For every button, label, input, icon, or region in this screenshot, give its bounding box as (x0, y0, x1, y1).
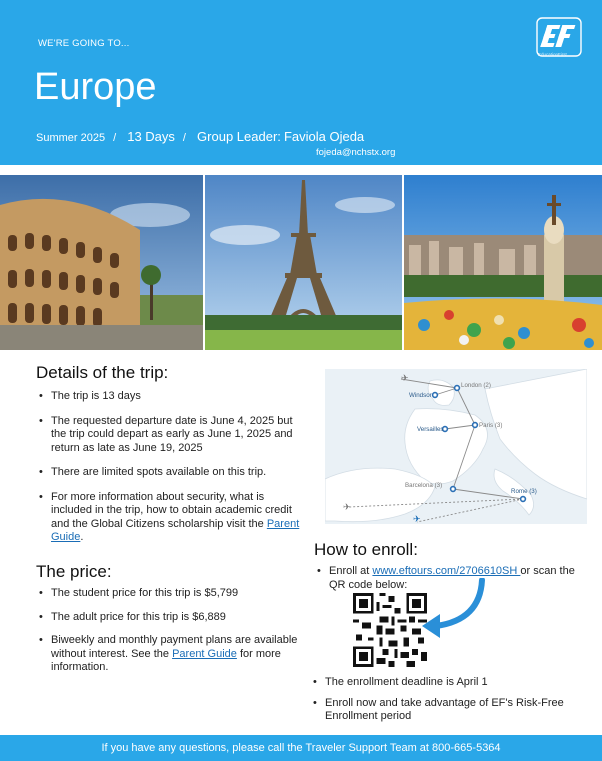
ef-logo-icon (536, 17, 582, 57)
list-item: Biweekly and monthly payment plans are a… (38, 634, 306, 675)
going-to-label: WE'RE GOING TO... (38, 38, 130, 49)
park-guell-photo (404, 175, 602, 350)
map-city-label: Paris (3) (479, 422, 502, 429)
arrow-icon (422, 578, 485, 638)
list-item: For more information about security, wha… (38, 491, 306, 545)
list-item: There are limited spots available on thi… (38, 466, 306, 480)
list-item: The student price for this trip is $5,79… (38, 587, 306, 601)
list-item: The requested departure date is June 4, … (38, 415, 306, 456)
plane-icon: ✈ (413, 515, 421, 524)
leader-email: fojeda@nchstx.org (316, 147, 396, 158)
footer-banner: If you have any questions, please call t… (0, 735, 602, 761)
eftours-link[interactable]: www.eftours.com/2706610SH (372, 565, 520, 577)
season: Summer 2025 (36, 132, 106, 144)
plane-icon: ✈ (343, 503, 351, 513)
group-leader-label: Group Leader: (197, 129, 281, 144)
plane-icon: ✈ (401, 374, 409, 384)
price-list: The student price for this trip is $5,79… (38, 587, 306, 683)
map-city-label: Windsor (409, 392, 432, 399)
details-list: The trip is 13 days The requested depart… (38, 390, 306, 553)
details-heading: Details of the trip: (36, 363, 169, 382)
list-item: Enroll now and take advantage of EF's Ri… (312, 697, 588, 724)
logo-caption: EducationFirst (538, 52, 567, 57)
trip-meta: Summer 2025 / 13 Days / Group Leader: Favi… (36, 129, 364, 144)
map-city-label: Versailles (417, 426, 443, 433)
enroll-list-bottom: The enrollment deadline is April 1 Enrol… (312, 676, 588, 732)
group-leader-name: Faviola Ojeda (283, 129, 365, 144)
map-city-label: Rome (3) (511, 488, 537, 495)
colosseum-photo (0, 175, 203, 350)
support-text: If you have any questions, please call t… (101, 742, 501, 754)
destination-title: Europe (34, 66, 157, 108)
list-item: The trip is 13 days (38, 390, 306, 404)
list-item: The adult price for this trip is $6,889 (38, 611, 306, 625)
parent-guide-link[interactable]: Parent Guide (172, 648, 237, 660)
photo-strip (0, 175, 602, 350)
trip-days: 13 Days (127, 129, 175, 144)
list-item: The enrollment deadline is April 1 (312, 676, 588, 690)
price-heading: The price: (36, 562, 112, 581)
list-item-text: . (80, 531, 84, 543)
route-map: ✈ ✈ ✈ London (2) Windsor Paris (3) Versa… (325, 369, 587, 524)
separator: / (182, 132, 186, 144)
header-banner: WE'RE GOING TO... Europe Summer 2025 / 13… (0, 0, 602, 165)
enroll-heading: How to enroll: (314, 540, 418, 559)
eiffel-tower-photo (205, 175, 402, 350)
map-city-label: London (2) (461, 382, 491, 389)
separator: / (113, 132, 117, 144)
map-city-label: Barcelona (3) (405, 482, 442, 489)
list-item-text: Enroll at (329, 565, 373, 577)
list-item-text: For more information about security, wha… (51, 490, 292, 530)
